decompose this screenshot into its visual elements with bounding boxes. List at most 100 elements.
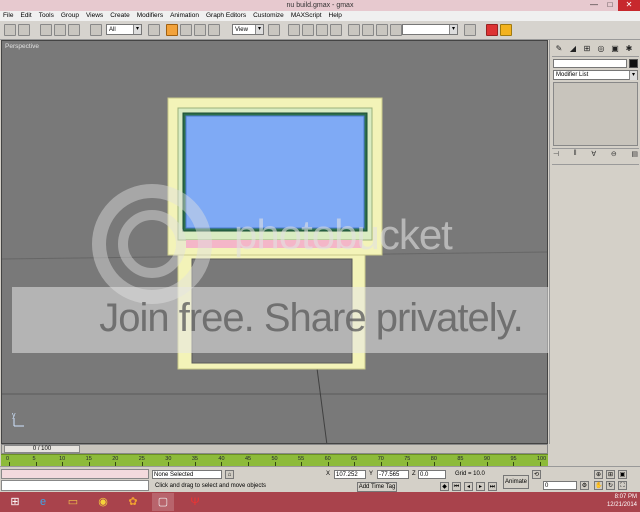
x-coordinate-field[interactable]: 107.252 xyxy=(334,470,366,479)
prev-frame-icon[interactable]: ◂ xyxy=(464,482,473,491)
play-icon[interactable]: ▸ xyxy=(476,482,485,491)
add-time-tag-button[interactable]: Add Time Tag xyxy=(357,482,397,492)
windows-start-icon[interactable]: ⊞ xyxy=(4,493,26,511)
z-coordinate-field[interactable]: 0.0 xyxy=(418,470,446,479)
goto-end-icon[interactable]: ⏭ xyxy=(488,482,497,491)
object-color-swatch[interactable] xyxy=(629,59,638,68)
configure-sets-icon[interactable]: ▤ xyxy=(631,150,638,160)
maxscript-listener-mini[interactable] xyxy=(1,469,149,479)
pivot-center-icon[interactable] xyxy=(268,24,280,36)
time-slider-thumb[interactable]: 0 / 100 xyxy=(4,445,80,453)
utilities-tab-icon[interactable]: ✱ xyxy=(622,43,636,55)
selection-info: None Selected xyxy=(152,470,222,479)
key-mode-icon[interactable]: ⟲ xyxy=(532,470,541,479)
minimize-button[interactable]: — xyxy=(586,0,602,11)
create-tab-icon[interactable]: ✎ xyxy=(552,43,566,55)
system-clock[interactable]: 8:07 PM 12/21/2014 xyxy=(607,493,637,509)
menu-edit[interactable]: Edit xyxy=(20,11,31,21)
goto-start-icon[interactable]: ⏮ xyxy=(452,482,461,491)
named-selection-dropdown[interactable]: ▾ xyxy=(402,24,458,35)
menu-maxscript[interactable]: MAXScript xyxy=(291,11,322,21)
menu-customize[interactable]: Customize xyxy=(253,11,284,21)
angle-snap-icon[interactable] xyxy=(390,24,402,36)
show-end-result-icon[interactable]: ‖ xyxy=(574,150,577,160)
material-editor-icon[interactable] xyxy=(464,24,476,36)
maximize-viewport-icon[interactable]: ⛶ xyxy=(618,481,627,490)
menu-help[interactable]: Help xyxy=(329,11,342,21)
lock-selection-icon[interactable]: ⌂ xyxy=(225,470,234,479)
snap-icon[interactable] xyxy=(376,24,388,36)
axis-constraint-icon[interactable] xyxy=(288,24,300,36)
maximize-button[interactable]: □ xyxy=(602,0,618,11)
selection-filter-value: All xyxy=(109,27,116,33)
render-icon[interactable] xyxy=(486,24,498,36)
chevron-down-icon: ▾ xyxy=(255,25,263,34)
taskbar-app-icon[interactable]: Ψ xyxy=(184,493,206,511)
paint-icon[interactable]: ✿ xyxy=(122,493,144,511)
file-explorer-icon[interactable]: ▭ xyxy=(62,493,84,511)
menu-file[interactable]: File xyxy=(3,11,13,21)
perspective-viewport[interactable]: Perspective y photobucket xyxy=(1,40,548,444)
reference-coordinate-dropdown[interactable]: View ▾ xyxy=(232,24,264,35)
display-tab-icon[interactable]: ▣ xyxy=(608,43,622,55)
restrict-z-icon[interactable] xyxy=(316,24,328,36)
taskbar-gmax-icon[interactable]: ▢ xyxy=(152,493,174,511)
maxscript-listener-output[interactable] xyxy=(1,480,149,491)
time-slider[interactable]: 0 / 100 xyxy=(1,444,548,454)
time-config-icon[interactable]: ⚙ xyxy=(580,481,589,490)
window-title: nu build.gmax - gmax xyxy=(286,2,354,9)
x-coordinate-value: 107.252 xyxy=(336,472,358,478)
y-coordinate-field[interactable]: -77.565 xyxy=(377,470,409,479)
align-icon[interactable] xyxy=(362,24,374,36)
zoom-all-icon[interactable]: ⊞ xyxy=(606,470,615,479)
hierarchy-tab-icon[interactable]: ⊞ xyxy=(580,43,594,55)
arc-rotate-icon[interactable]: ↻ xyxy=(606,481,615,490)
divider xyxy=(552,148,639,149)
modifier-list-dropdown[interactable]: Modifier List ▾ xyxy=(553,70,638,80)
menu-create[interactable]: Create xyxy=(110,11,130,21)
link-icon[interactable] xyxy=(40,24,52,36)
motion-tab-icon[interactable]: ◎ xyxy=(594,43,608,55)
mirror-icon[interactable] xyxy=(348,24,360,36)
divider xyxy=(552,56,639,57)
select-and-scale-icon[interactable] xyxy=(194,24,206,36)
pin-stack-icon[interactable]: ⊣ xyxy=(553,150,559,160)
title-bar: nu build.gmax - gmax — □ ✕ xyxy=(0,0,640,11)
close-button[interactable]: ✕ xyxy=(618,0,640,11)
select-by-name-icon[interactable] xyxy=(148,24,160,36)
animate-button[interactable]: Animate xyxy=(503,475,529,489)
chrome-icon[interactable]: ◉ xyxy=(92,493,114,511)
select-and-rotate-icon[interactable] xyxy=(180,24,192,36)
redo-icon[interactable] xyxy=(18,24,30,36)
set-key-icon[interactable]: ◆ xyxy=(440,482,449,491)
menu-modifiers[interactable]: Modifiers xyxy=(137,11,163,21)
bind-space-warp-icon[interactable] xyxy=(68,24,80,36)
menu-tools[interactable]: Tools xyxy=(39,11,54,21)
select-object-icon[interactable] xyxy=(90,24,102,36)
modify-tab-icon[interactable]: ◢ xyxy=(566,43,580,55)
unlink-icon[interactable] xyxy=(54,24,66,36)
menu-graph-editors[interactable]: Graph Editors xyxy=(206,11,246,21)
modifier-stack[interactable] xyxy=(553,82,638,146)
restrict-y-icon[interactable] xyxy=(302,24,314,36)
object-name-field[interactable] xyxy=(553,59,627,68)
zoom-icon[interactable]: ⊕ xyxy=(594,470,603,479)
selection-filter-dropdown[interactable]: All ▾ xyxy=(106,24,142,35)
track-bar[interactable]: 0 5 10 15 20 25 30 35 40 45 50 55 60 65 70 75 80 85 90 95 10… xyxy=(1,454,548,466)
current-frame-field[interactable]: 0 xyxy=(543,481,577,490)
select-manipulate-icon[interactable] xyxy=(208,24,220,36)
undo-icon[interactable] xyxy=(4,24,16,36)
z-label: Z xyxy=(412,471,416,477)
chevron-down-icon: ▾ xyxy=(133,25,141,34)
pan-icon[interactable]: ✋ xyxy=(594,481,603,490)
menu-animation[interactable]: Animation xyxy=(170,11,199,21)
zoom-extents-icon[interactable]: ▣ xyxy=(618,470,627,479)
restrict-plane-icon[interactable] xyxy=(330,24,342,36)
make-unique-icon[interactable]: ∀ xyxy=(591,150,596,160)
select-and-move-icon[interactable] xyxy=(166,24,178,36)
menu-group[interactable]: Group xyxy=(61,11,79,21)
menu-views[interactable]: Views xyxy=(86,11,103,21)
remove-modifier-icon[interactable]: ⊖ xyxy=(611,150,617,160)
quick-render-icon[interactable] xyxy=(500,24,512,36)
internet-explorer-icon[interactable]: e xyxy=(32,493,54,511)
